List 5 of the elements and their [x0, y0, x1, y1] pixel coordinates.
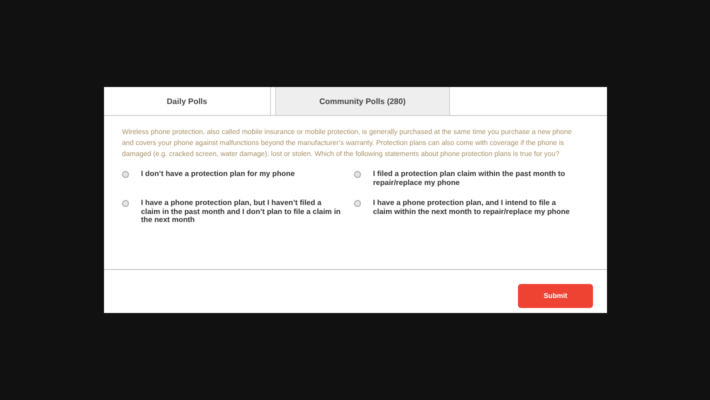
radio-button[interactable]	[122, 171, 129, 178]
radio-button[interactable]	[122, 200, 129, 207]
poll-tab[interactable]: Community Polls (280)	[275, 87, 450, 115]
radio-button[interactable]	[354, 171, 361, 178]
radio-button[interactable]	[354, 200, 361, 207]
